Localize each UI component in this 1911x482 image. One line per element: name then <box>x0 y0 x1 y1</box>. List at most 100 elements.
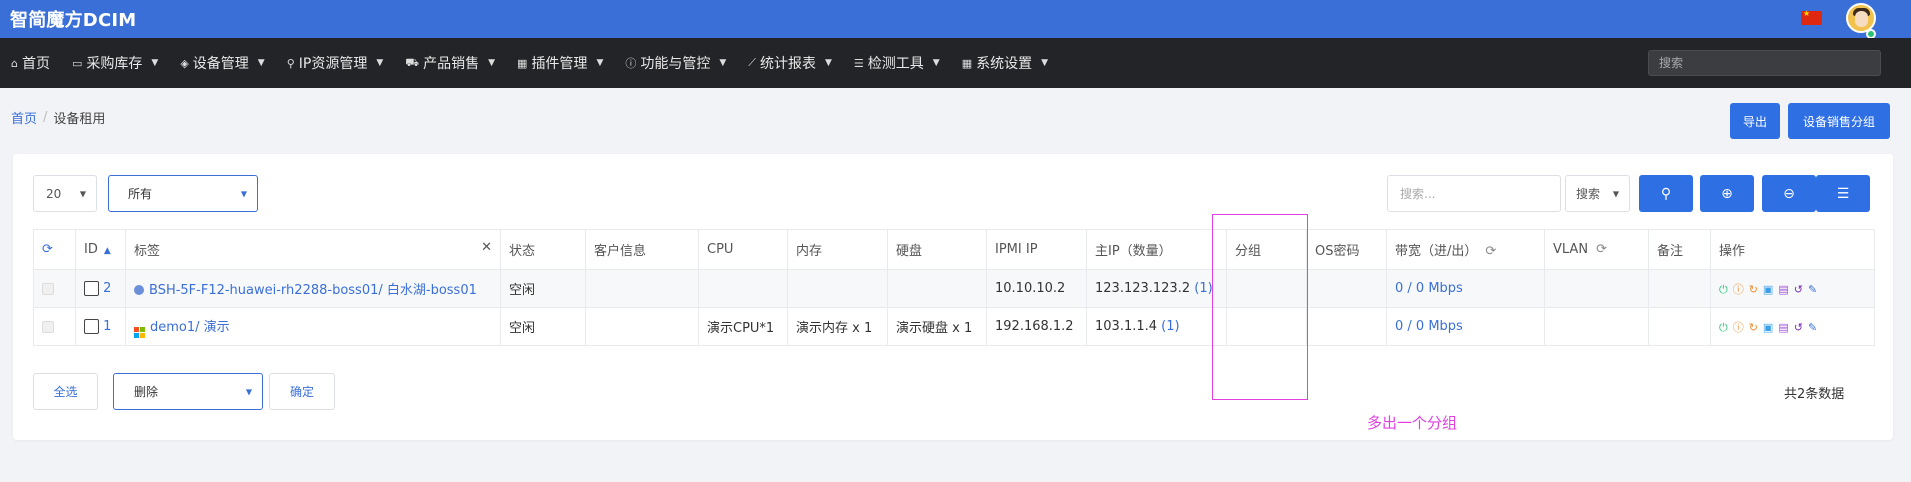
chevron-down-icon: ▼ <box>376 58 384 68</box>
annotation-text: 多出一个分组 <box>1367 414 1458 432</box>
zoom-in-icon: ⊕ <box>1721 185 1733 202</box>
table-header-row: ⟳ ID ▲ 标签 ✕ 状态 客户信息 CPU 内存 硬盘 IPMI IP 主IP（… <box>33 229 1875 270</box>
refresh-icon[interactable]: ⟳ <box>42 242 53 257</box>
chevron-down-icon: ▼ <box>257 58 265 68</box>
console-icon[interactable]: ▣ <box>1763 283 1773 296</box>
china-flag-icon[interactable] <box>1801 9 1822 25</box>
row-vlan <box>1544 269 1649 308</box>
restart-icon[interactable]: ↻ <box>1749 321 1758 334</box>
history-icon[interactable]: ↺ <box>1794 321 1803 334</box>
row-checkbox[interactable] <box>84 319 99 334</box>
row-os-password <box>1306 269 1387 308</box>
refresh-column-header[interactable]: ⟳ <box>33 229 76 270</box>
column-header-remark: 备注 <box>1648 229 1711 270</box>
row-status: 空闲 <box>500 307 586 346</box>
reset-search-button[interactable]: ⊖ <box>1762 175 1816 212</box>
row-label-cell: BSH-5F-F12-huawei-rh2288-boss01/ 白水湖-bos… <box>125 269 501 308</box>
row-ipmi: 10.10.10.2 <box>986 269 1087 308</box>
info-icon[interactable]: ⓘ <box>1733 281 1744 297</box>
row-disk <box>887 269 987 308</box>
status-filter-select[interactable]: 所有 ▼ <box>108 175 258 212</box>
column-header-label: 标签 ✕ <box>125 229 501 270</box>
advanced-search-button[interactable]: ⊕ <box>1700 175 1754 212</box>
column-header-ipmi: IPMI IP <box>986 229 1087 270</box>
row-checkbox[interactable] <box>84 281 99 296</box>
row-remark <box>1648 307 1711 346</box>
breadcrumb-current: 设备租用 <box>53 112 106 127</box>
nav-item-devices[interactable]: ◈ 设备管理 ▼ <box>169 38 264 88</box>
chevron-down-icon: ▼ <box>240 189 247 198</box>
nav-item-home[interactable]: ⌂ 首页 <box>0 38 50 88</box>
nav-item-control[interactable]: ⓘ 功能与管控 ▼ <box>614 38 726 88</box>
list-icon: ☰ <box>1836 185 1850 202</box>
power-icon[interactable]: ⏻ <box>1719 283 1728 297</box>
history-icon[interactable]: ↺ <box>1794 283 1803 296</box>
row-main-ip: 123.123.123.2 (1) <box>1086 269 1227 308</box>
chevron-down-icon: ▼ <box>151 58 159 68</box>
nav-search-input[interactable] <box>1648 50 1881 76</box>
nav-item-sales[interactable]: ⛟ 产品销售 ▼ <box>394 38 495 88</box>
console-icon[interactable]: ▣ <box>1763 321 1773 334</box>
nav-item-tools[interactable]: ☰ 检测工具 ▼ <box>843 38 940 88</box>
select-all-button[interactable]: 全选 <box>33 373 98 410</box>
main-nav: ⌂ 首页 ▭ 采购库存 ▼ ◈ 设备管理 ▼ ⚲ IP资源管理 ▼ ⛟ 产品销售 ▼ ▦ 插件管理 ▼… <box>0 38 1911 88</box>
brand-logo[interactable]: 智简魔方DCIM <box>10 6 136 32</box>
list-icon: ☰ <box>853 56 864 70</box>
row-vlan <box>1544 307 1649 346</box>
nav-item-reports[interactable]: ⟋ 统计报表 ▼ <box>737 38 832 88</box>
export-button[interactable]: 导出 <box>1730 103 1780 139</box>
search-button[interactable]: ⚲ <box>1639 175 1693 212</box>
column-header-memory: 内存 <box>787 229 888 270</box>
confirm-button[interactable]: 确定 <box>269 373 335 410</box>
monitor-icon[interactable]: ▤ <box>1778 283 1788 296</box>
shopping-cart-icon: ⛟ <box>405 55 420 69</box>
home-icon: ⌂ <box>11 56 18 70</box>
refresh-icon[interactable]: ⟳ <box>1485 244 1496 259</box>
sale-group-button[interactable]: 设备销售分组 <box>1788 103 1890 139</box>
row-customer <box>585 307 699 346</box>
breadcrumb-separator: / <box>43 110 48 125</box>
refresh-icon[interactable]: ⟳ <box>1596 242 1607 257</box>
close-icon[interactable]: ✕ <box>481 240 492 255</box>
map-marker-icon: ⚲ <box>286 56 295 70</box>
column-menu-button[interactable]: ☰ <box>1816 175 1870 212</box>
chevron-down-icon: ▼ <box>596 58 604 68</box>
cart-icon: ▭ <box>71 56 83 70</box>
device-table: ⟳ ID ▲ 标签 ✕ 状态 客户信息 CPU 内存 硬盘 IPMI IP 主IP（… <box>33 229 1875 346</box>
row-id-cell: 2 <box>75 269 126 308</box>
info-icon[interactable]: ⓘ <box>1733 319 1744 335</box>
power-icon[interactable]: ⏻ <box>1719 321 1728 335</box>
bulk-action-select[interactable]: 删除 ▼ <box>113 373 263 410</box>
breadcrumb: 首页 / 设备租用 <box>11 108 105 127</box>
chevron-down-icon: ▼ <box>1612 189 1619 198</box>
chevron-down-icon: ▼ <box>824 58 832 68</box>
annotation-highlight-box <box>1212 214 1308 400</box>
row-operations: ⏻ ⓘ ↻ ▣ ▤ ↺ ✎ <box>1710 269 1875 308</box>
nav-item-purchase[interactable]: ▭ 采购库存 ▼ <box>61 38 158 88</box>
total-count: 共2条数据 <box>1784 387 1845 402</box>
row-os-password <box>1306 307 1387 346</box>
breadcrumb-home[interactable]: 首页 <box>11 108 37 127</box>
search-type-select[interactable]: 搜索 ▼ <box>1565 175 1630 212</box>
table-row: 2 BSH-5F-F12-huawei-rh2288-boss01/ 白水湖-b… <box>33 269 1875 308</box>
column-header-id[interactable]: ID ▲ <box>75 229 126 270</box>
nav-item-settings[interactable]: ▦ 系统设置 ▼ <box>951 38 1048 88</box>
nav-item-ip[interactable]: ⚲ IP资源管理 ▼ <box>276 38 384 88</box>
per-page-select[interactable]: 20 ▼ <box>33 175 97 212</box>
edit-icon[interactable]: ✎ <box>1808 321 1817 334</box>
restart-icon[interactable]: ↻ <box>1749 283 1758 296</box>
row-cpu <box>698 269 788 308</box>
monitor-icon[interactable]: ▤ <box>1778 321 1788 334</box>
column-header-cpu: CPU <box>698 229 788 270</box>
sort-icon[interactable]: ▲ <box>104 246 111 256</box>
row-bandwidth[interactable]: 0 / 0 Mbps <box>1386 307 1545 346</box>
edit-icon[interactable]: ✎ <box>1808 283 1817 296</box>
windows-icon <box>134 326 145 338</box>
row-select-disabled <box>33 269 76 308</box>
search-input[interactable] <box>1387 175 1561 212</box>
chevron-down-icon: ▼ <box>719 58 727 68</box>
top-bar: 智简魔方DCIM <box>0 0 1911 38</box>
row-bandwidth[interactable]: 0 / 0 Mbps <box>1386 269 1545 308</box>
column-header-operations: 操作 <box>1710 229 1875 270</box>
nav-item-plugins[interactable]: ▦ 插件管理 ▼ <box>506 38 603 88</box>
